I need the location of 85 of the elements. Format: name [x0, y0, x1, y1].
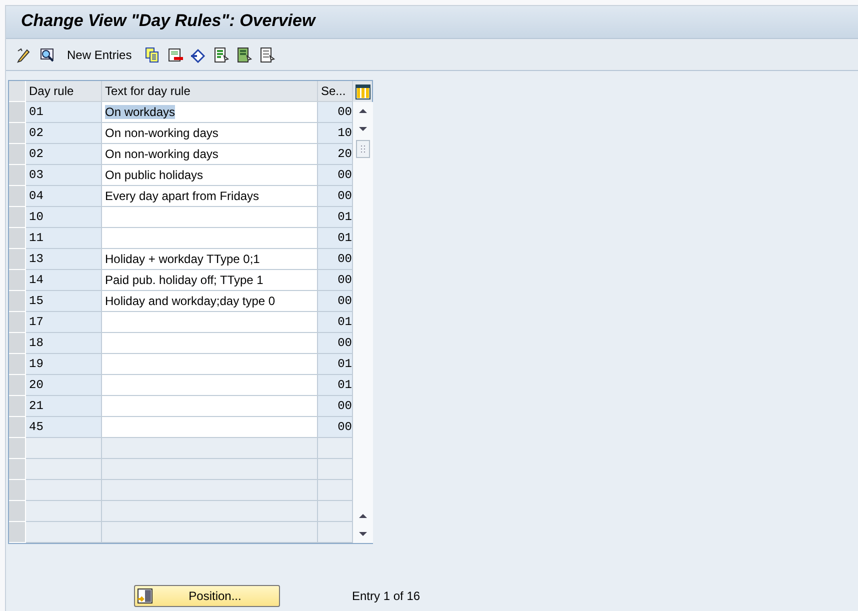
- input-field[interactable]: [102, 228, 318, 249]
- table-cell[interactable]: 20: [318, 144, 353, 165]
- new-entries-button[interactable]: New Entries: [62, 46, 137, 64]
- table-cell[interactable]: 02: [26, 123, 102, 144]
- position-button[interactable]: Position...: [134, 585, 280, 607]
- table-cell[interactable]: 18: [26, 333, 102, 354]
- row-selector[interactable]: [9, 501, 26, 522]
- table-cell[interactable]: 17: [26, 312, 102, 333]
- row-selector[interactable]: [9, 480, 26, 501]
- row-selector[interactable]: [9, 312, 26, 333]
- input-field[interactable]: [102, 375, 318, 396]
- table-cell[interactable]: 00: [318, 270, 353, 291]
- table-cell[interactable]: 11: [26, 228, 102, 249]
- row-selector[interactable]: [9, 207, 26, 228]
- table-cell[interactable]: 01: [318, 312, 353, 333]
- window-title: Change View "Day Rules": Overview: [20, 10, 316, 31]
- edit-pencil-icon[interactable]: [16, 46, 32, 62]
- copy-icon[interactable]: [144, 46, 160, 62]
- row-selector[interactable]: [9, 102, 26, 123]
- table-cell[interactable]: 20: [26, 375, 102, 396]
- input-field[interactable]: [102, 333, 318, 354]
- row-selector[interactable]: [9, 354, 26, 375]
- row-selector[interactable]: [9, 270, 26, 291]
- table-cell[interactable]: 03: [26, 165, 102, 186]
- scroll-thumb[interactable]: [356, 140, 370, 158]
- table-cell[interactable]: 04: [26, 186, 102, 207]
- row-selector[interactable]: [9, 123, 26, 144]
- table-cell[interactable]: 02: [26, 144, 102, 165]
- column-header[interactable]: Se...: [318, 81, 353, 102]
- input-field[interactable]: [102, 417, 318, 438]
- table-cell: [318, 438, 353, 459]
- table-cell[interactable]: 01: [318, 375, 353, 396]
- row-selector[interactable]: [9, 417, 26, 438]
- table-cell[interactable]: 00: [318, 417, 353, 438]
- table-cell[interactable]: 10: [318, 123, 353, 144]
- table-cell[interactable]: 21: [26, 396, 102, 417]
- table-cell[interactable]: 00: [318, 186, 353, 207]
- row-selector[interactable]: [9, 249, 26, 270]
- document-cursor-icon[interactable]: [236, 46, 252, 62]
- input-field[interactable]: [102, 312, 318, 333]
- entry-info: Entry 1 of 16: [352, 589, 420, 603]
- row-selector[interactable]: [9, 165, 26, 186]
- row-selector[interactable]: [9, 375, 26, 396]
- table-cell[interactable]: 13: [26, 249, 102, 270]
- column-settings-icon[interactable]: [354, 84, 370, 100]
- table-cell[interactable]: 19: [26, 354, 102, 375]
- table-cell[interactable]: 01: [318, 207, 353, 228]
- table-cell[interactable]: On workdays: [105, 105, 176, 119]
- select-all-button[interactable]: [9, 81, 26, 102]
- row-selector[interactable]: [9, 522, 26, 543]
- row-selector[interactable]: [9, 186, 26, 207]
- row-selector[interactable]: [9, 396, 26, 417]
- table-cell: [318, 501, 353, 522]
- table-cell[interactable]: 00: [318, 165, 353, 186]
- column-header[interactable]: Day rule: [26, 81, 102, 102]
- row-selector[interactable]: [9, 228, 26, 249]
- document-cursor-icon[interactable]: [258, 46, 275, 62]
- table-cell[interactable]: 01: [318, 228, 353, 249]
- row-selector[interactable]: [9, 459, 26, 480]
- table-cell[interactable]: 00: [318, 102, 353, 123]
- input-field[interactable]: [102, 207, 318, 228]
- table-cell[interactable]: 15: [26, 291, 102, 312]
- search-icon[interactable]: [39, 46, 55, 62]
- table-cell[interactable]: 10: [26, 207, 102, 228]
- table-cell[interactable]: 01: [26, 102, 102, 123]
- undo-arrow-icon[interactable]: [190, 46, 206, 62]
- table-cell[interactable]: 45: [26, 417, 102, 438]
- table-cell[interactable]: 00: [318, 396, 353, 417]
- input-field[interactable]: [102, 396, 318, 417]
- table-cell[interactable]: 14: [26, 270, 102, 291]
- input-field[interactable]: [102, 354, 318, 375]
- row-selector[interactable]: [9, 438, 26, 459]
- delete-row-icon[interactable]: [166, 46, 183, 62]
- document-cursor-icon[interactable]: [212, 46, 229, 62]
- table-cell[interactable]: 01: [318, 354, 353, 375]
- position-icon: [137, 588, 153, 604]
- table-cell: [318, 459, 353, 480]
- table-cell[interactable]: 00: [318, 291, 353, 312]
- row-selector[interactable]: [9, 333, 26, 354]
- row-selector[interactable]: [9, 291, 26, 312]
- table-cell[interactable]: 00: [318, 333, 353, 354]
- table-cell: [318, 480, 353, 501]
- table-cell[interactable]: 00: [318, 249, 353, 270]
- column-header[interactable]: Text for day rule: [102, 81, 318, 102]
- row-selector[interactable]: [9, 144, 26, 165]
